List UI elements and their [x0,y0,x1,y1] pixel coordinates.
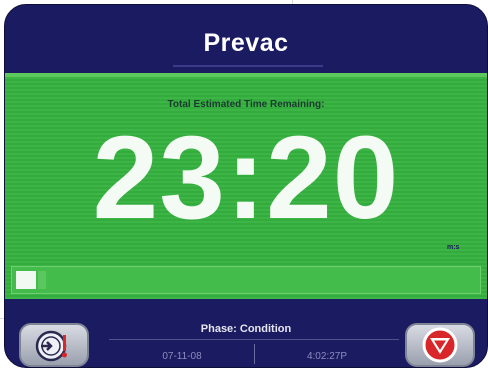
current-time: 4:02:27P [306,351,348,362]
footer-bar: Phase: Condition 07-11-08 4:02:27P [5,299,487,367]
sterilizer-screen: Prevac Total Estimated Time Remaining: 2… [4,4,488,368]
current-date: 07-11-08 [162,351,202,362]
progress-marker [38,271,46,289]
time-remaining-label: Total Estimated Time Remaining: [167,99,325,110]
cycle-progress-bar [11,266,481,294]
cycle-progress-fill [16,271,36,289]
title-underline [173,65,323,67]
timer-panel: Total Estimated Time Remaining: 23:20 m:… [5,73,487,299]
time-unit-label: m:s [447,244,460,251]
stop-triangle-icon [422,327,458,363]
phase-divider [109,339,399,340]
cycle-title: Prevac [203,29,289,57]
panel-top-divider [5,73,487,77]
header-bar: Prevac [5,5,487,73]
time-remaining-value: 23:20 [92,112,400,244]
stop-button[interactable] [405,323,475,367]
